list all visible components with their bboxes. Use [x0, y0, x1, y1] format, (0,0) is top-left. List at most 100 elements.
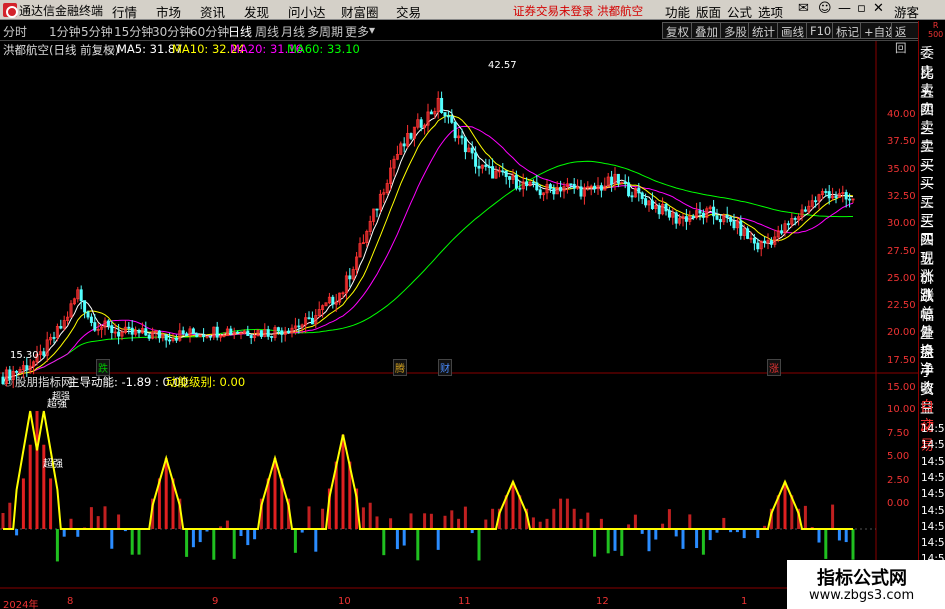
price-axis-label: 22.50: [887, 300, 916, 312]
candle-body: [307, 317, 311, 320]
candle-body: [191, 328, 195, 335]
tab-intraday[interactable]: 分时: [3, 23, 27, 40]
indicator-bar: [463, 506, 467, 529]
candle-body: [814, 200, 818, 203]
candlestick-chart[interactable]: [0, 41, 918, 609]
menu-item-formula[interactable]: 公式: [727, 2, 752, 21]
multi-stock-button[interactable]: 多股: [720, 22, 751, 39]
candle-body: [460, 135, 464, 139]
event-marker-fall[interactable]: 跌: [96, 359, 110, 376]
indicator-bar: [674, 529, 678, 537]
candle-body: [106, 320, 110, 327]
candle-body: [409, 133, 413, 139]
indicator-axis-label: 7.50: [887, 427, 910, 439]
high-price-label: 42.57: [488, 60, 517, 71]
indicator-label-strong-mid: 超强: [47, 399, 67, 410]
indicator-bar: [511, 481, 515, 529]
candle-body: [501, 170, 505, 173]
more-chevron-icon[interactable]: ▾: [369, 23, 375, 37]
event-marker-teng[interactable]: 腾: [393, 359, 407, 376]
indicator-bar: [164, 458, 168, 529]
price-axis-label: 32.50: [887, 190, 916, 202]
menu-item-wealth[interactable]: 财富圈: [341, 2, 379, 21]
indicator-bar: [321, 508, 325, 529]
restore-icon[interactable]: ▫: [857, 1, 866, 16]
tab-multi-period[interactable]: 多周期: [307, 23, 343, 40]
draw-line-button[interactable]: 画线: [777, 22, 808, 39]
statistics-button[interactable]: 统计: [748, 22, 779, 39]
indicator-bar: [817, 529, 821, 543]
user-icon[interactable]: ☺: [818, 1, 832, 16]
menu-item-market[interactable]: 行情: [112, 2, 137, 21]
indicator-bar: [103, 506, 107, 529]
candle-body: [637, 187, 641, 194]
event-marker-rise[interactable]: 涨: [767, 359, 781, 376]
indicator-label-strong-low: 超强: [43, 459, 63, 470]
candle-body: [569, 183, 573, 186]
indicator-bar: [831, 504, 835, 529]
indicator-bar: [844, 529, 848, 543]
candle-body: [752, 237, 756, 244]
indicator-axis-label: 5.00: [887, 451, 910, 463]
candle-body: [610, 176, 614, 185]
tab-monthly[interactable]: 月线: [281, 23, 305, 40]
tab-more[interactable]: 更多: [345, 23, 369, 40]
mail-icon[interactable]: ✉: [798, 1, 809, 16]
tab-60min[interactable]: 60分钟: [190, 23, 229, 40]
menu-bar: 通达信金融终端 行情 市场 资讯 发现 问小达 财富圈 交易 证券交易未登录 洪…: [0, 0, 945, 20]
candle-body: [446, 115, 450, 118]
close-icon[interactable]: ✕: [873, 1, 884, 16]
period-toolbar: 分时 1分钟 5分钟 15分钟 30分钟 60分钟 日线 周线 月线 多周期 更…: [0, 21, 920, 55]
candle-body: [559, 186, 563, 192]
overlay-button[interactable]: 叠加: [691, 22, 722, 39]
candle-body: [725, 214, 729, 218]
indicator-bar: [8, 502, 12, 529]
candle-body: [718, 218, 722, 223]
tab-daily[interactable]: 日线: [228, 23, 252, 40]
candle-body: [164, 334, 168, 341]
back-button[interactable]: 返回: [891, 22, 920, 55]
indicator-axis-label: 2.50: [887, 474, 910, 486]
menu-item-options[interactable]: 选项: [758, 2, 783, 21]
candle-body: [130, 327, 134, 335]
menu-item-markets[interactable]: 市场: [156, 2, 181, 21]
tab-15min[interactable]: 15分钟: [114, 23, 153, 40]
event-marker-finance[interactable]: 财: [438, 359, 452, 376]
indicator-bar: [375, 516, 379, 529]
tab-30min[interactable]: 30分钟: [152, 23, 191, 40]
indicator-bar: [647, 529, 651, 552]
watermark-title: 指标公式网: [817, 568, 907, 589]
menu-item-discover[interactable]: 发现: [244, 2, 269, 21]
candle-body: [93, 322, 97, 331]
candle-body: [844, 192, 848, 200]
tab-weekly[interactable]: 周线: [255, 23, 279, 40]
f10-button[interactable]: F10: [806, 22, 836, 39]
menu-item-trade[interactable]: 交易: [396, 2, 421, 21]
indicator-bar: [667, 509, 671, 529]
guest-label[interactable]: 游客: [894, 2, 919, 21]
candle-body: [756, 242, 760, 250]
indicator-bar: [96, 516, 100, 529]
menu-item-layout[interactable]: 版面: [696, 2, 721, 21]
indicator-bar: [599, 518, 603, 529]
adjust-button[interactable]: 复权: [662, 22, 693, 39]
date-axis-label: 12: [596, 596, 609, 607]
candle-body: [185, 333, 189, 336]
indicator-bar: [443, 515, 447, 529]
tab-1min[interactable]: 1分钟: [49, 23, 81, 40]
menu-item-news[interactable]: 资讯: [200, 2, 225, 21]
candle-body: [674, 212, 678, 224]
indicator-bar: [701, 529, 705, 555]
indicator-bar: [654, 529, 658, 540]
indicator-bar: [368, 502, 372, 529]
menu-item-function[interactable]: 功能: [665, 2, 690, 21]
mark-button[interactable]: 标记: [832, 22, 863, 39]
minimize-icon[interactable]: —: [838, 1, 851, 16]
candle-body: [110, 325, 114, 333]
candle-body: [42, 351, 46, 356]
menu-item-ask[interactable]: 问小达: [288, 2, 326, 21]
price-axis-label: 25.00: [887, 272, 916, 284]
tab-5min[interactable]: 5分钟: [81, 23, 113, 40]
indicator-bar: [688, 514, 692, 529]
candle-body: [518, 187, 522, 190]
